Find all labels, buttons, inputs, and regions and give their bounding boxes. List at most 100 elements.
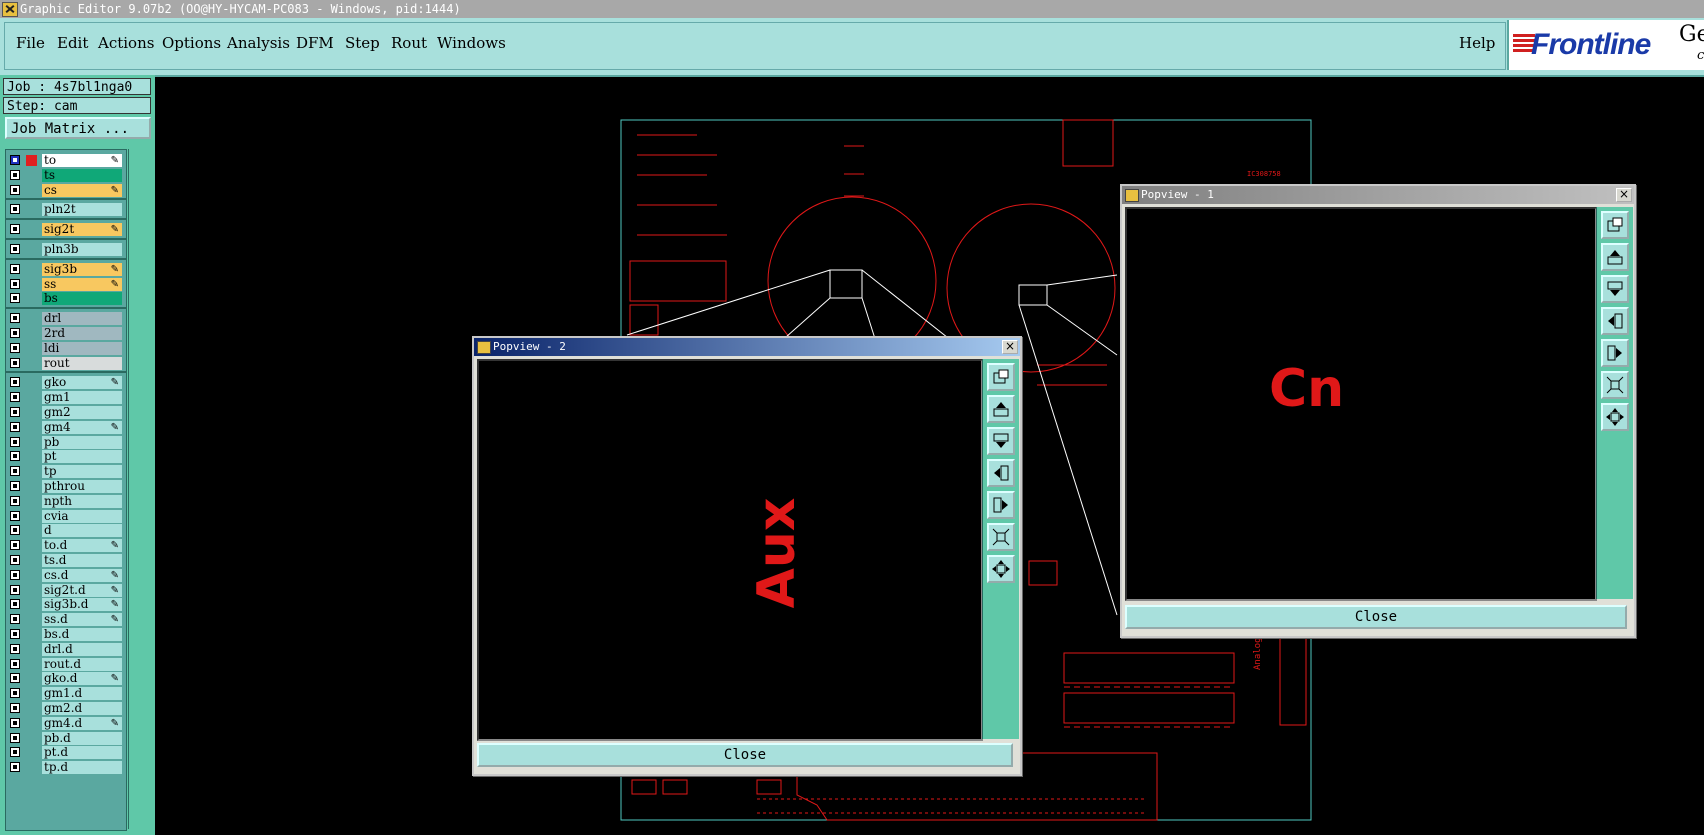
layer-row[interactable]: rout.d	[6, 657, 126, 672]
layer-name[interactable]: cs ✎	[42, 183, 122, 197]
layer-row[interactable]: ss.d ✎	[6, 613, 126, 627]
layer-name[interactable]: drl	[42, 312, 122, 326]
popview-tool-pan-down-button[interactable]	[987, 427, 1015, 455]
layer-name[interactable]: npth	[42, 494, 122, 508]
layer-row[interactable]: ts	[6, 168, 126, 183]
layer-row[interactable]: gm2.d	[6, 702, 126, 716]
layer-name[interactable]: sig3b ✎	[42, 262, 122, 276]
popview-tool-pan-up-button[interactable]	[987, 395, 1015, 423]
layer-name[interactable]: sig3b.d ✎	[42, 598, 122, 612]
popview-tool-fit-button[interactable]	[1601, 211, 1629, 239]
layer-checkbox[interactable]	[10, 732, 20, 743]
menu-edit[interactable]: Edit	[57, 34, 88, 52]
layer-row[interactable]: npth	[6, 494, 126, 509]
menu-step[interactable]: Step	[345, 34, 380, 52]
layer-name[interactable]: pb	[42, 435, 122, 449]
layer-name[interactable]: to ✎	[42, 154, 122, 167]
layer-name[interactable]: pt	[42, 450, 122, 464]
layer-row[interactable]: ldi	[6, 341, 126, 356]
layer-checkbox[interactable]	[10, 643, 20, 654]
job-matrix-button[interactable]: Job Matrix ...	[5, 117, 151, 139]
popview-tool-zoom-home-button[interactable]	[1601, 403, 1629, 431]
layer-checkbox[interactable]	[10, 392, 20, 403]
layer-name[interactable]: gm2.d	[42, 702, 122, 715]
layer-row[interactable]: pln3b	[6, 243, 126, 257]
layer-row[interactable]: bs	[6, 292, 126, 306]
layer-name[interactable]: gm4.d ✎	[42, 716, 122, 730]
layer-row[interactable]: ss ✎	[6, 277, 126, 292]
layer-name[interactable]: rout.d	[42, 657, 122, 671]
layer-row[interactable]: pt	[6, 450, 126, 464]
layer-checkbox[interactable]	[10, 599, 20, 610]
menu-help[interactable]: Help	[1459, 34, 1495, 52]
layer-name[interactable]: gko.d ✎	[42, 672, 122, 686]
layer-checkbox[interactable]	[10, 328, 20, 338]
layer-checkbox[interactable]	[10, 451, 20, 462]
popview-tool-pan-up-button[interactable]	[1601, 243, 1629, 271]
layer-row[interactable]: pb.d	[6, 731, 126, 746]
layer-checkbox[interactable]	[10, 540, 20, 551]
layer-row[interactable]: gko.d ✎	[6, 672, 126, 686]
menu-dfm[interactable]: DFM	[296, 34, 334, 52]
layer-checkbox[interactable]	[10, 569, 20, 580]
layer-checkbox[interactable]	[10, 278, 20, 289]
layer-name[interactable]: ss ✎	[42, 277, 122, 291]
layer-checkbox[interactable]	[10, 204, 20, 215]
layer-checkbox[interactable]	[10, 377, 20, 388]
layer-name[interactable]: d	[42, 524, 122, 538]
popview-tool-pan-right-button[interactable]	[1601, 339, 1629, 367]
popview-2-canvas[interactable]: Aux	[477, 359, 983, 741]
layer-checkbox[interactable]	[10, 747, 20, 758]
popview-2-close-icon[interactable]: ×	[1002, 340, 1018, 354]
layer-name[interactable]: pt.d	[42, 746, 122, 760]
layer-row[interactable]: pt.d	[6, 746, 126, 760]
layer-row[interactable]: cvia	[6, 509, 126, 524]
popview-tool-zoom-out-button[interactable]	[1601, 371, 1629, 399]
layer-name[interactable]: 2rd	[42, 327, 122, 340]
popview-tool-pan-right-button[interactable]	[987, 491, 1015, 519]
layer-checkbox[interactable]	[10, 342, 20, 353]
layer-row[interactable]: drl	[6, 312, 126, 326]
layer-row[interactable]: gko ✎	[6, 376, 126, 390]
layer-name[interactable]: pln3b	[42, 243, 122, 256]
layer-checkbox[interactable]	[10, 224, 20, 235]
layer-row[interactable]: gm1.d	[6, 687, 126, 701]
menu-windows[interactable]: Windows	[437, 34, 506, 52]
layer-row[interactable]: 2rd	[6, 327, 126, 341]
layer-checkbox[interactable]	[10, 629, 20, 639]
layer-checkbox[interactable]	[10, 169, 20, 180]
layer-row[interactable]: tp	[6, 465, 126, 479]
layer-name[interactable]: drl.d	[42, 642, 122, 656]
layer-row[interactable]: to.d ✎	[6, 539, 126, 553]
popview-tool-pan-left-button[interactable]	[987, 459, 1015, 487]
layer-row[interactable]: ts.d	[6, 554, 126, 568]
layer-checkbox[interactable]	[10, 688, 20, 699]
popview-tool-zoom-home-button[interactable]	[987, 555, 1015, 583]
layer-row[interactable]: rout	[6, 356, 126, 371]
layer-list-scrollbar[interactable]	[128, 149, 149, 829]
layer-checkbox[interactable]	[10, 673, 20, 684]
layer-name[interactable]: sig2t.d ✎	[42, 583, 122, 597]
layer-row[interactable]: sig2t ✎	[6, 223, 126, 237]
layer-name[interactable]: bs.d	[42, 628, 122, 641]
menu-options[interactable]: Options	[162, 34, 221, 52]
layer-name[interactable]: gm1	[42, 391, 122, 405]
layer-row[interactable]: tp.d	[6, 761, 126, 775]
menu-file[interactable]: File	[16, 34, 45, 52]
layer-checkbox[interactable]	[10, 357, 20, 368]
layer-name[interactable]: ss.d ✎	[42, 613, 122, 627]
layer-checkbox[interactable]	[10, 703, 20, 713]
layer-checkbox[interactable]	[10, 466, 20, 477]
layer-checkbox[interactable]	[10, 407, 20, 417]
layer-name[interactable]: sig2t ✎	[42, 223, 122, 237]
layer-name[interactable]: tp	[42, 465, 122, 479]
layer-row[interactable]: pb	[6, 435, 126, 450]
layer-row[interactable]: pln2t	[6, 203, 126, 217]
popview-1-titlebar[interactable]: Popview - 1 ×	[1122, 186, 1634, 204]
layer-checkbox[interactable]	[10, 263, 20, 274]
menu-analysis[interactable]: Analysis	[227, 34, 290, 52]
layer-checkbox[interactable]	[10, 510, 20, 521]
layer-row[interactable]: sig3b ✎	[6, 262, 126, 277]
layer-name[interactable]: gm2	[42, 406, 122, 419]
layer-checkbox[interactable]	[10, 658, 20, 669]
